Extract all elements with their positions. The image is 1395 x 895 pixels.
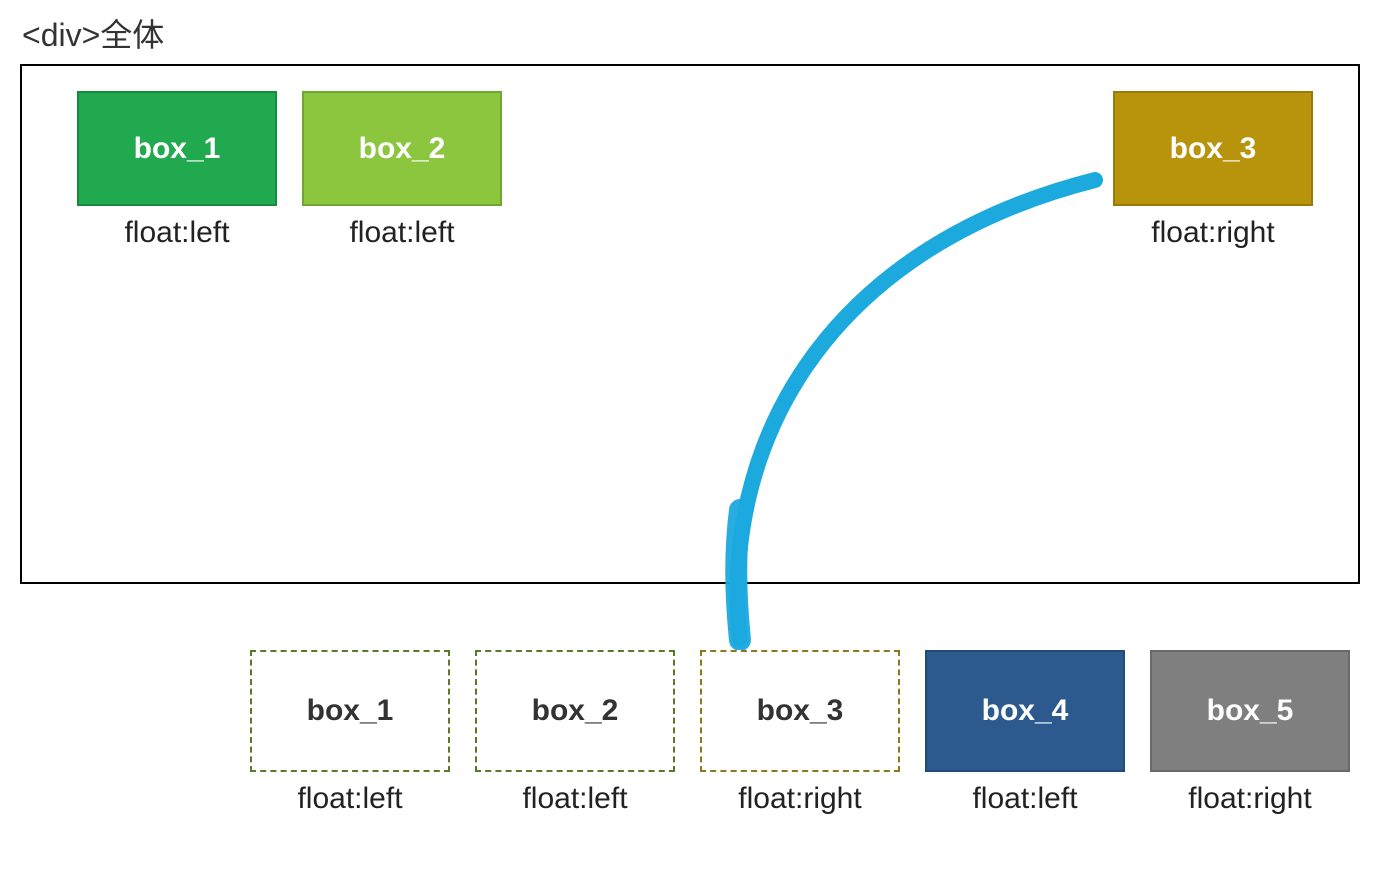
bottom-box-1-group: box_1 float:left: [250, 650, 450, 816]
bottom-box-3: box_3: [700, 650, 900, 772]
bottom-box-5-caption: float:right: [1150, 782, 1350, 816]
outer-div-container: box_1 float:left box_2 float:left box_3 …: [20, 64, 1360, 584]
bottom-row: box_1 float:left box_2 float:left box_3 …: [20, 650, 1360, 816]
bottom-box-5-group: box_5 float:right: [1150, 650, 1350, 816]
box-3-caption: float:right: [1113, 216, 1313, 250]
bottom-box-4-caption: float:left: [925, 782, 1125, 816]
top-box-group-3: box_3 float:right: [1113, 91, 1313, 250]
bottom-box-3-group: box_3 float:right: [700, 650, 900, 816]
bottom-box-4: box_4: [925, 650, 1125, 772]
bottom-box-3-label: box_3: [757, 694, 844, 728]
top-box-group-2: box_2 float:left: [302, 91, 502, 250]
bottom-box-2-caption: float:left: [475, 782, 675, 816]
diagram-title: <div>全体: [22, 10, 1375, 56]
bottom-box-1-caption: float:left: [250, 782, 450, 816]
box-2-caption: float:left: [302, 216, 502, 250]
bottom-box-1: box_1: [250, 650, 450, 772]
bottom-box-5-label: box_5: [1207, 694, 1294, 728]
bottom-box-1-label: box_1: [307, 694, 394, 728]
box-1-caption: float:left: [77, 216, 277, 250]
box-1: box_1: [77, 91, 277, 206]
bottom-box-2: box_2: [475, 650, 675, 772]
bottom-box-2-label: box_2: [532, 694, 619, 728]
bottom-box-2-group: box_2 float:left: [475, 650, 675, 816]
top-box-group-1: box_1 float:left: [77, 91, 277, 250]
bottom-box-4-label: box_4: [982, 694, 1069, 728]
box-3-label: box_3: [1170, 132, 1257, 166]
bottom-box-4-group: box_4 float:left: [925, 650, 1125, 816]
box-2-label: box_2: [359, 132, 446, 166]
bottom-box-3-caption: float:right: [700, 782, 900, 816]
box-1-label: box_1: [134, 132, 221, 166]
box-3: box_3: [1113, 91, 1313, 206]
bottom-box-5: box_5: [1150, 650, 1350, 772]
box-2: box_2: [302, 91, 502, 206]
